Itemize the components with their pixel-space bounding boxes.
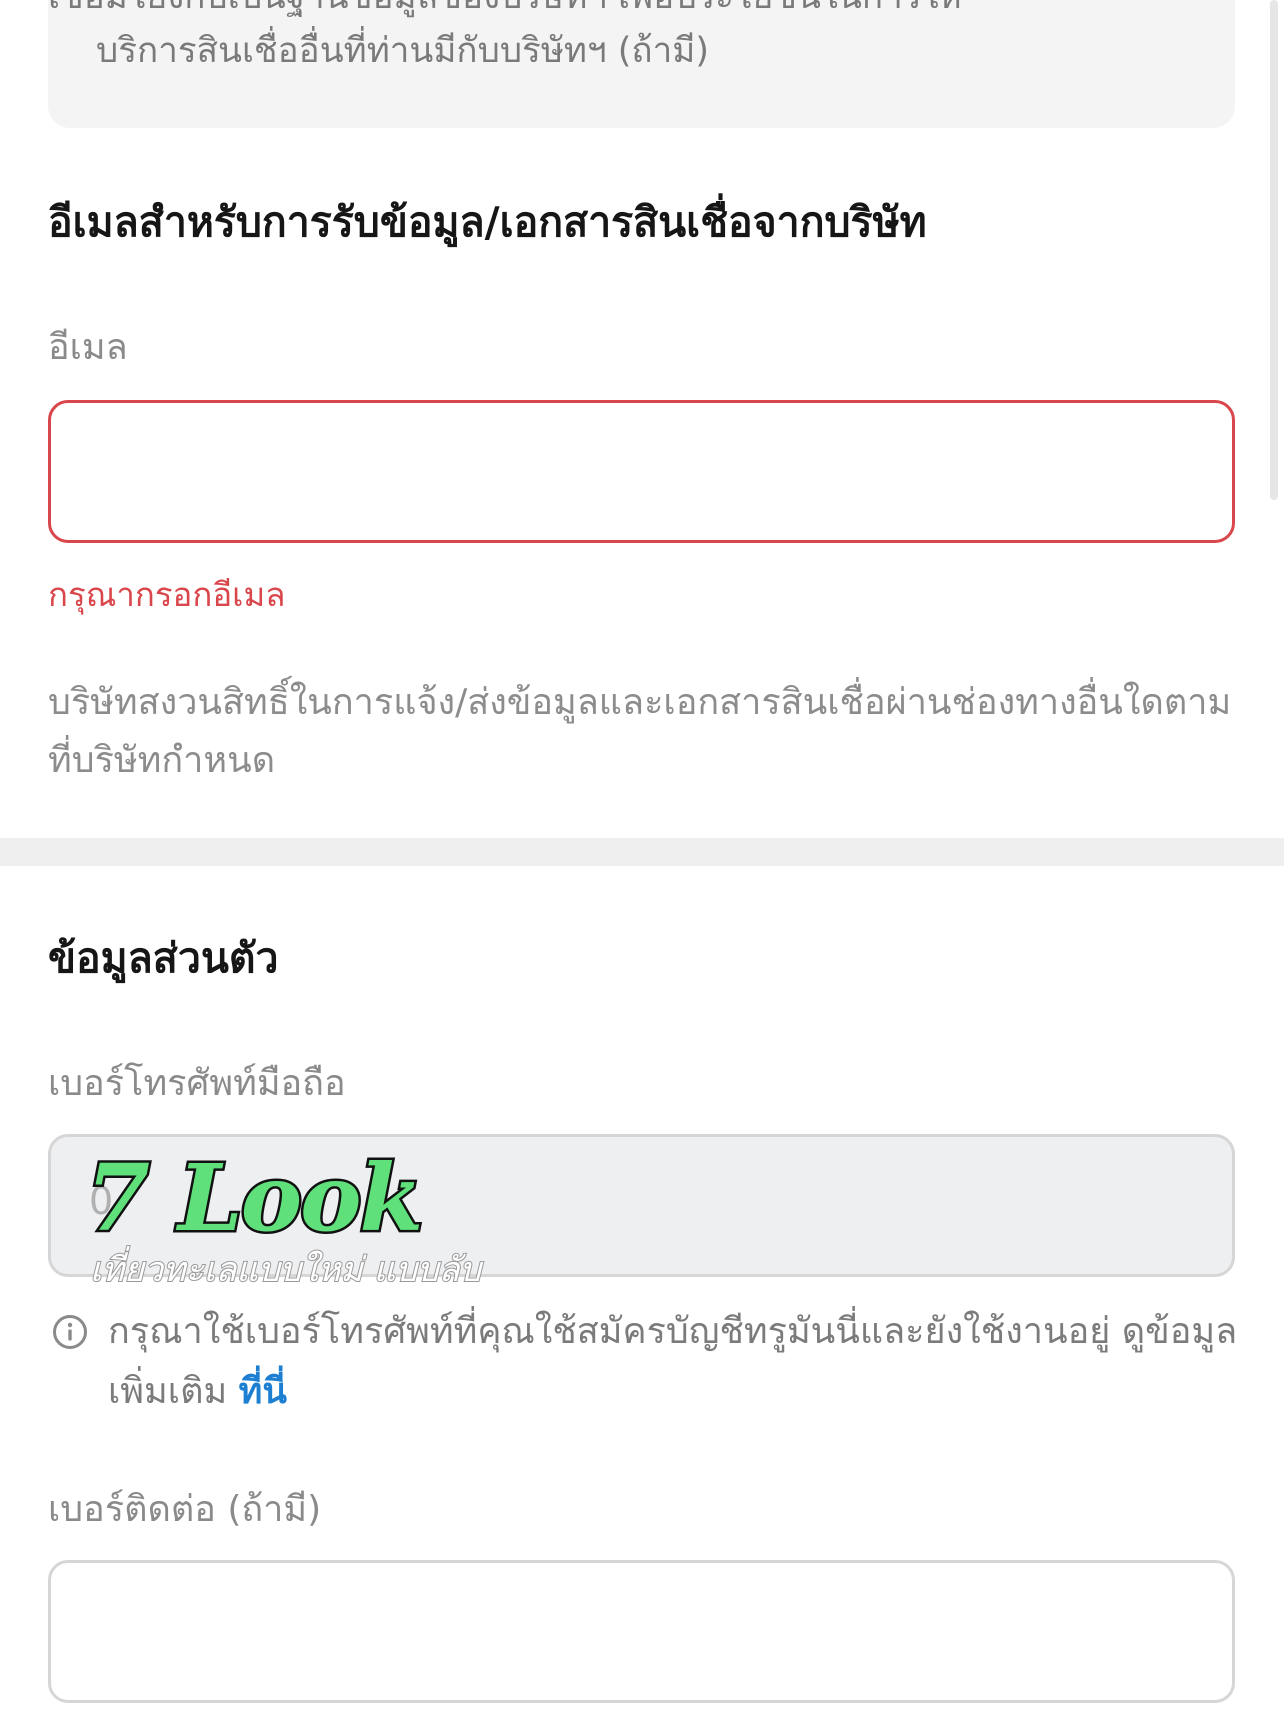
more-info-link[interactable]: ที่นี่ bbox=[239, 1371, 287, 1412]
contact-number-input[interactable] bbox=[51, 1563, 1232, 1700]
contact-number-label: เบอร์ติดต่อ (ถ้ามี) bbox=[48, 1489, 322, 1530]
email-field[interactable] bbox=[48, 400, 1235, 543]
mobile-info-text: กรุณาใช้เบอร์โทรศัพท์ที่คุณใช้สมัครบัญชี… bbox=[108, 1302, 1248, 1422]
email-label: อีเมล bbox=[48, 327, 128, 368]
scrollbar[interactable] bbox=[1270, 0, 1278, 500]
watermark-overlay: 7 Look เที่ยวทะเลแบบใหม่ แบบลับ bbox=[84, 1144, 482, 1296]
contact-number-field[interactable] bbox=[48, 1560, 1235, 1703]
email-section-title: อีเมลสำหรับการรับข้อมูล/เอกสารสินเชื่อจา… bbox=[48, 198, 927, 246]
email-note: บริษัทสงวนสิทธิ์ในการแจ้ง/ส่งข้อมูลและเอ… bbox=[48, 682, 1232, 781]
personal-section-title: ข้อมูลส่วนตัว bbox=[48, 934, 279, 982]
section-divider bbox=[0, 838, 1284, 866]
watermark-tagline: เที่ยวทะเลแบบใหม่ แบบลับ bbox=[89, 1249, 482, 1291]
consent-info-line-2: บริการสินเชื่ออื่นที่ท่านมีกับบริษัทฯ (ถ… bbox=[96, 31, 709, 71]
email-error-message: กรุณากรอกอีเมล bbox=[48, 575, 286, 614]
email-input[interactable] bbox=[51, 403, 1232, 540]
consent-info-line-1: เชื่อมโยงกับเป็นฐานข้อมูลของบริษัทฯ เพื่… bbox=[48, 0, 1168, 24]
info-icon bbox=[53, 1315, 87, 1349]
watermark-logo: 7 Look bbox=[84, 1144, 426, 1252]
mobile-label: เบอร์โทรศัพท์มือถือ bbox=[48, 1063, 346, 1104]
